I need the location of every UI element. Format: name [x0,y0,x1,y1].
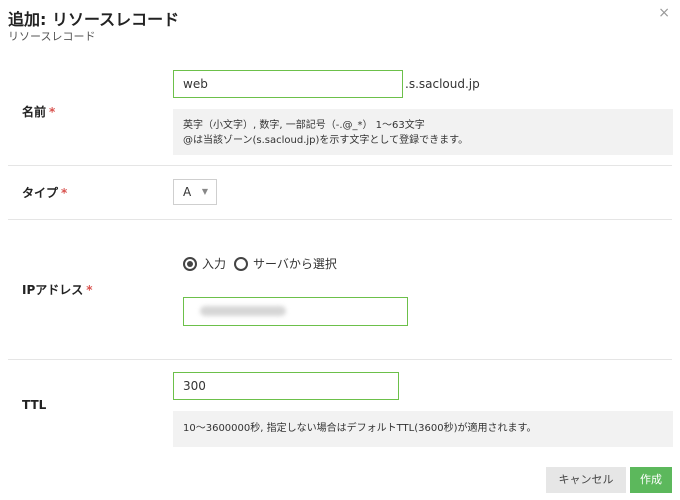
ttl-input[interactable] [173,372,399,400]
type-required-mark: * [61,186,68,200]
ip-required-mark: * [86,283,93,297]
cancel-button[interactable]: キャンセル [546,467,626,493]
name-help-line2: @は当該ゾーン(s.sacloud.jp)を示す文字として登録できます。 [183,135,469,146]
radio-select-from-server-label: サーバから選択 [253,257,337,271]
radio-select-from-server[interactable]: サーバから選択 [234,255,337,272]
name-label: 名前 * [22,103,55,120]
ttl-help-box: 10～3600000秒, 指定しない場合はデフォルトTTL(3600秒)が適用さ… [173,411,673,447]
radio-checked-icon [183,256,197,271]
radio-unchecked-icon [234,256,249,271]
dialog-title: 追加: リソースレコード [8,10,180,29]
ip-label: IPアドレス * [22,281,93,298]
ip-address-input[interactable] [183,297,408,326]
type-select[interactable]: A ▼ [173,179,217,205]
type-label-text: タイプ [22,186,59,200]
dialog-subtitle: リソースレコード [8,30,96,43]
type-selected-value: A [183,185,192,199]
ip-mode-radio-group: 入力 サーバから選択 [183,255,345,272]
chevron-down-icon: ▼ [201,187,208,196]
name-row: 名前* .s.sacloud.jp 英字（小文字）, 数字, 一部記号（-.@_… [8,58,673,166]
type-label: タイプ * [22,184,67,201]
add-resource-record-dialog: 追加: リソースレコード リソースレコード × 名前* .s.sacloud.j… [0,0,680,500]
ttl-help-text: 10～3600000秒, 指定しない場合はデフォルトTTL(3600秒)が適用さ… [183,423,537,434]
close-icon[interactable]: × [658,6,670,20]
ttl-label: TTL [22,398,47,412]
type-row: タイプ * A ▼ [8,166,672,220]
name-label-text: 名前 [22,105,47,119]
create-button[interactable]: 作成 [630,467,672,493]
ip-label-text: IPアドレス [22,283,84,297]
name-help-line1: 英字（小文字）, 数字, 一部記号（-.@_*） 1～63文字 [183,120,425,131]
ip-row: IPアドレス * 入力 サーバから選択 [8,220,672,360]
redacted-ip-value [200,306,286,316]
name-input[interactable] [173,70,403,98]
name-domain-suffix: .s.sacloud.jp [405,77,480,91]
radio-input-label: 入力 [202,257,227,271]
ttl-row: TTL 10～3600000秒, 指定しない場合はデフォルトTTL(3600秒)… [8,360,673,450]
radio-input[interactable]: 入力 [183,255,226,272]
name-help-box: 英字（小文字）, 数字, 一部記号（-.@_*） 1～63文字 @は当該ゾーン(… [173,109,673,155]
name-required-mark: * [49,105,56,119]
